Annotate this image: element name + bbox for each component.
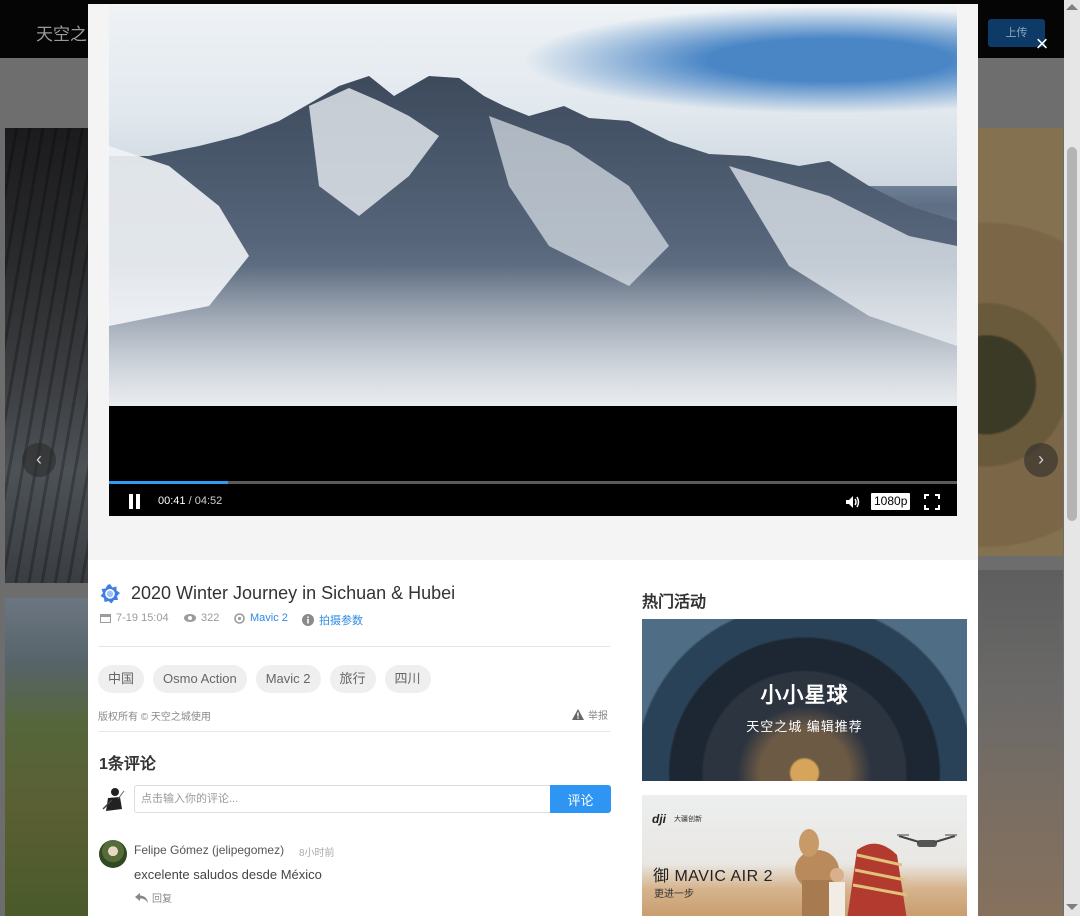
reply-button[interactable]: 回复 [135, 890, 172, 905]
eye-icon [184, 614, 196, 622]
promo-subtitle: 天空之城 编辑推荐 [746, 719, 863, 734]
player-controls [109, 481, 957, 516]
time-display: 00:41 / 04:52 [158, 495, 222, 507]
current-time: 00:41 [158, 495, 186, 507]
time-separator: / [188, 495, 192, 507]
comment-text: excelente saludos desde México [134, 867, 322, 882]
dji-logo-text: 大疆创新 [674, 816, 702, 823]
promo-banner-tiny-planet[interactable]: 小小星球 天空之城 编辑推荐 [642, 619, 967, 781]
meta-params[interactable]: 拍摄参数 [302, 612, 363, 628]
background-thumbnail[interactable] [5, 128, 89, 583]
tag[interactable]: 四川 [384, 665, 431, 693]
drone-icon [234, 612, 245, 624]
mountain-scene [109, 76, 957, 406]
scroll-up-icon[interactable] [1066, 4, 1078, 10]
meta-device[interactable]: Mavic 2 [234, 612, 288, 624]
background-thumbnail[interactable] [978, 570, 1063, 916]
background-thumbnail[interactable] [978, 128, 1063, 556]
comment-time: 8小时前 [299, 848, 335, 859]
tag[interactable]: Osmo Action [153, 665, 247, 693]
warning-icon [572, 709, 584, 720]
copyright-text: 版权所有 © 天空之城使用 [98, 712, 211, 723]
divider [98, 646, 610, 647]
progress-fill [109, 481, 228, 484]
video-modal: 00:41 / 04:52 1080p 2020 Winter Journey … [88, 4, 978, 916]
video-player[interactable]: 00:41 / 04:52 1080p [109, 6, 957, 516]
hot-events-title: 热门活动 [642, 594, 707, 611]
site-logo[interactable]: 天空之 [36, 20, 87, 45]
dji-logo: dji [652, 812, 666, 826]
tag-list: 中国 Osmo Action Mavic 2 旅行 四川 [98, 665, 431, 693]
background-thumbnail[interactable] [5, 598, 89, 916]
promo-title: 小小星球 [760, 684, 849, 707]
info-icon [302, 614, 314, 626]
pause-icon[interactable] [127, 494, 141, 510]
comments-title: 1条评论 [99, 756, 156, 773]
current-user-avatar [102, 788, 125, 811]
params-link[interactable]: 拍摄参数 [319, 612, 363, 628]
tag[interactable]: 旅行 [329, 665, 376, 693]
view-count: 322 [201, 612, 220, 624]
verified-badge-icon [100, 584, 120, 604]
fullscreen-icon[interactable] [924, 494, 940, 510]
comment-input[interactable] [134, 785, 551, 813]
scrollbar-thumb[interactable] [1067, 147, 1077, 521]
tag[interactable]: 中国 [98, 665, 145, 693]
comment-username[interactable]: Felipe Gómez (jelipegomez) [134, 843, 284, 857]
meta-views: 322 [184, 612, 219, 624]
quality-selector[interactable]: 1080p [871, 493, 911, 510]
promo-title: 御 MAVIC AIR 2 [653, 868, 774, 885]
meta-date: 7-19 15:04 [100, 612, 169, 624]
device-link[interactable]: Mavic 2 [250, 612, 288, 624]
divider [98, 731, 610, 732]
prev-arrow-icon[interactable]: ‹ [22, 443, 56, 477]
promo-subtitle: 更进一步 [654, 889, 694, 900]
calendar-icon [100, 614, 111, 623]
volume-icon[interactable] [844, 493, 862, 511]
duration: 04:52 [194, 495, 223, 507]
report-button[interactable]: 举报 [572, 707, 608, 722]
reply-label: 回复 [152, 894, 172, 905]
video-frame[interactable] [109, 6, 957, 406]
video-date: 7-19 15:04 [116, 612, 169, 624]
comment-submit-button[interactable]: 评论 [550, 785, 611, 813]
avatar[interactable] [99, 840, 127, 868]
scroll-down-icon[interactable] [1066, 904, 1078, 910]
next-arrow-icon[interactable]: › [1024, 443, 1058, 477]
promo-banner-mavic-air-2[interactable]: dji 大疆创新 御 MAVIC AIR 2 更进一步 [642, 795, 967, 916]
tag[interactable]: Mavic 2 [255, 665, 321, 693]
video-title: 2020 Winter Journey in Sichuan & Hubei [131, 583, 456, 603]
progress-bar[interactable] [109, 481, 957, 484]
camel-graphic [795, 829, 908, 916]
report-label: 举报 [588, 711, 608, 722]
close-icon[interactable]: × [1031, 33, 1053, 56]
reply-icon [135, 892, 148, 903]
